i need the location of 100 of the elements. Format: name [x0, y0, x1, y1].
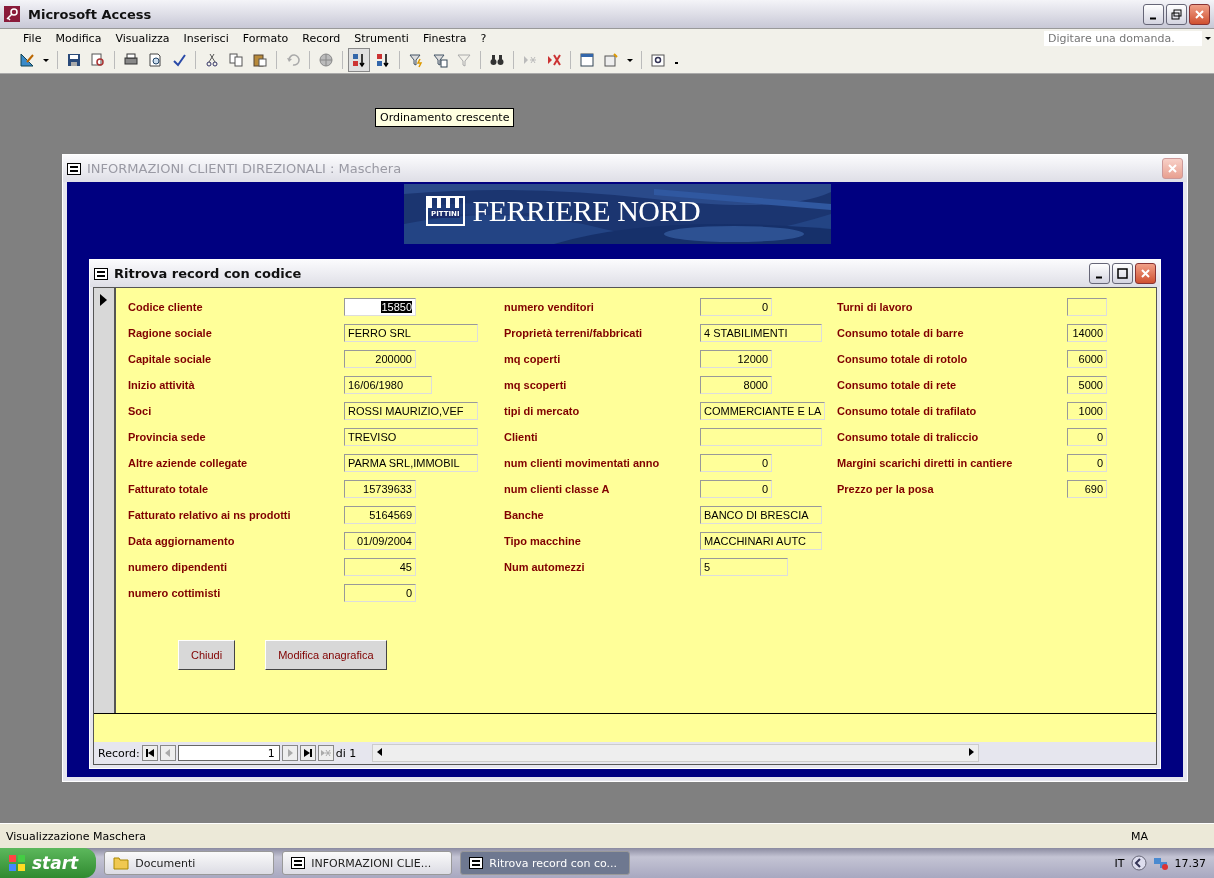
window-title: INFORMAZIONI CLIENTI DIREZIONALI : Maschera — [87, 161, 403, 176]
chevron-icon[interactable] — [1130, 855, 1147, 871]
input-field[interactable]: 12000 — [700, 350, 772, 368]
input-field[interactable]: 4 STABILIMENTI — [700, 324, 822, 342]
close-button[interactable] — [1189, 3, 1210, 25]
input-field[interactable]: 200000 — [344, 350, 416, 368]
input-field[interactable]: PARMA SRL,IMMOBIL — [344, 454, 478, 472]
input-field[interactable]: 690 — [1067, 480, 1107, 498]
taskbar-button[interactable]: INFORMAZIONI CLIE... — [282, 851, 453, 875]
input-field[interactable]: 0 — [344, 584, 416, 602]
input-field[interactable]: 0 — [1067, 454, 1107, 472]
input-field[interactable]: 0 — [700, 480, 772, 498]
input-field[interactable]: BANCO DI BRESCIA — [700, 506, 822, 524]
input-field[interactable]: 5164569 — [344, 506, 416, 524]
close-button[interactable] — [1135, 263, 1156, 284]
maximize-button[interactable] — [1112, 263, 1133, 284]
field-label: numero venditori — [504, 301, 595, 313]
window-title: Microsoft Access — [28, 6, 153, 22]
field-label: Data aggiornamento — [128, 535, 236, 547]
folder-icon — [113, 856, 130, 870]
input-field[interactable] — [700, 428, 822, 446]
first-record-button[interactable] — [141, 745, 158, 761]
task-label: Ritrova record con co... — [489, 856, 617, 870]
form-button[interactable]: Chiudi — [178, 640, 236, 670]
last-record-button[interactable] — [299, 745, 316, 761]
field-label: Turni di lavoro — [837, 301, 914, 313]
input-field[interactable]: COMMERCIANTE E LA — [700, 402, 826, 420]
input-field[interactable]: 8000 — [700, 376, 772, 394]
field-label: Fatturato totale — [128, 483, 210, 495]
menu-item[interactable]: Strumenti — [347, 31, 416, 45]
field-label: Soci — [128, 405, 153, 417]
horizontal-scrollbar[interactable] — [372, 744, 980, 762]
input-field[interactable]: 6000 — [1067, 350, 1107, 368]
sort-ascending-icon[interactable] — [348, 48, 370, 72]
tooltip: Ordinamento crescente — [375, 108, 515, 127]
taskbar-button[interactable]: Ritrova record con co... — [460, 851, 631, 875]
field-label: Num automezzi — [504, 561, 586, 573]
minimize-icon — [1150, 16, 1157, 20]
input-field[interactable]: 0 — [700, 454, 772, 472]
network-icon[interactable] — [1152, 855, 1169, 871]
input-field[interactable]: 14000 — [1067, 324, 1107, 342]
menu-item[interactable]: Visualizza — [108, 31, 177, 45]
close-icon — [1193, 7, 1206, 21]
taskbar-button[interactable]: Documenti — [104, 851, 275, 875]
input-field[interactable]: 5000 — [1067, 376, 1107, 394]
first-record-icon — [144, 748, 155, 758]
input-field[interactable]: 01/09/2004 — [344, 532, 416, 550]
field-label: Capitale sociale — [128, 353, 213, 365]
menu-item[interactable]: ? — [473, 31, 494, 45]
field-label: Margini scarichi diretti in cantiere — [837, 457, 1014, 469]
form-icon — [67, 162, 81, 175]
input-field[interactable]: 15739633 — [344, 480, 416, 498]
field-label: Proprietà terreni/fabbricati — [504, 327, 644, 339]
menu-item[interactable]: Inserisci — [176, 31, 236, 45]
record-label: Record: — [98, 746, 140, 760]
minimize-button[interactable] — [1143, 3, 1164, 25]
input-field[interactable]: 0 — [1067, 428, 1107, 446]
field-label: Clienti — [504, 431, 539, 443]
task-label: INFORMAZIONI CLIE... — [311, 856, 432, 870]
field-label: num clienti classe A — [504, 483, 611, 495]
field-label: tipi di mercato — [504, 405, 581, 417]
field-label: Codice cliente — [128, 301, 204, 313]
input-field[interactable]: TREVISO — [344, 428, 478, 446]
brand-name: FERRIERE NORD — [472, 194, 701, 228]
input-field[interactable]: 0 — [700, 298, 772, 316]
language-indicator[interactable]: IT — [1114, 856, 1125, 870]
form-icon — [94, 267, 108, 280]
input-field[interactable]: 1000 — [1067, 402, 1107, 420]
input-field[interactable]: ROSSI MAURIZIO,VEF — [344, 402, 478, 420]
windows-flag-icon — [8, 854, 26, 872]
input-field[interactable]: 5 — [700, 558, 788, 576]
input-field[interactable]: 16/06/1980 — [344, 376, 432, 394]
restore-button[interactable] — [1166, 3, 1187, 25]
field-label: Fatturato relativo ai ns prodotti — [128, 509, 292, 521]
status-text: Visualizzazione Maschera — [6, 829, 146, 843]
menu-item[interactable]: File — [16, 31, 49, 45]
close-icon — [1139, 267, 1152, 280]
minimize-button[interactable] — [1089, 263, 1110, 284]
menu-item[interactable]: Modifica — [48, 31, 109, 45]
record-selector[interactable] — [94, 288, 116, 713]
restore-icon — [1170, 7, 1183, 21]
input-field[interactable]: 15850 — [344, 298, 416, 316]
menu-item[interactable]: Finestra — [415, 31, 474, 45]
field-label: Consumo totale di rotolo — [837, 353, 969, 365]
field-label: Consumo totale di trafilato — [837, 405, 978, 417]
input-field[interactable] — [1067, 298, 1107, 316]
form-button[interactable]: Modifica anagrafica — [265, 640, 387, 670]
field-label: Consumo totale di traliccio — [837, 431, 980, 443]
input-field[interactable]: FERRO SRL — [344, 324, 478, 342]
input-field[interactable]: MACCHINARI AUTC — [700, 532, 822, 550]
maximize-icon — [1116, 267, 1129, 280]
form-icon — [291, 857, 306, 869]
input-field[interactable]: 45 — [344, 558, 416, 576]
menu-item[interactable]: Record — [295, 31, 348, 45]
clock: 17.37 — [1174, 856, 1206, 870]
help-search-field[interactable]: Digitare una domanda. — [1044, 30, 1202, 46]
record-number-field[interactable]: 1 — [177, 745, 280, 761]
field-label: Provincia sede — [128, 431, 207, 443]
keyboard-mode-indicator: MA — [1131, 829, 1148, 843]
menu-item[interactable]: Formato — [235, 31, 296, 45]
